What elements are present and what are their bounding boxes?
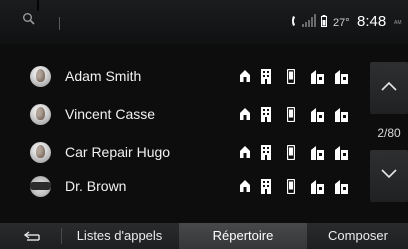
home-icon[interactable]: [239, 69, 251, 83]
work-icon[interactable]: [261, 179, 271, 194]
home-icon[interactable]: [239, 179, 251, 193]
contact-avatar: [30, 142, 51, 163]
search-icon: [23, 13, 35, 25]
office-alt-icon[interactable]: [334, 107, 349, 122]
office-alt-icon[interactable]: [334, 179, 349, 194]
search-button[interactable]: [22, 12, 52, 34]
tab-directory[interactable]: Répertoire: [179, 223, 307, 249]
scroll-down-button[interactable]: [370, 150, 408, 202]
contact-avatar: [30, 176, 51, 197]
contact-row[interactable]: Car Repair Hugo: [0, 138, 370, 168]
temperature: 27°: [333, 17, 350, 29]
contact-row[interactable]: Dr. Brown: [0, 172, 370, 202]
office-alt-icon[interactable]: [334, 69, 349, 84]
contact-row[interactable]: Adam Smith: [0, 62, 370, 92]
office-icon[interactable]: [310, 179, 325, 194]
signal-bars-icon: [302, 14, 316, 27]
clock: 8:48: [357, 13, 387, 30]
contact-name: Car Repair Hugo: [65, 144, 171, 160]
home-icon[interactable]: [239, 107, 251, 121]
mobile-icon[interactable]: [287, 145, 295, 160]
mobile-icon[interactable]: [287, 69, 295, 84]
pointer-line: [37, 0, 39, 11]
phone-screen: 27° 8:48 AM Adam Smith Vincent Casse Car…: [0, 0, 408, 249]
work-icon[interactable]: [261, 145, 271, 160]
contact-row[interactable]: Vincent Casse: [0, 100, 370, 130]
contact-name: Dr. Brown: [65, 178, 127, 194]
bottom-tab-bar: Listes d'appels Répertoire Composer: [0, 223, 408, 249]
contact-list: Adam Smith Vincent Casse Car Repair Hugo: [0, 62, 370, 202]
phone-icon: [292, 16, 295, 26]
contact-name: Vincent Casse: [65, 106, 156, 122]
office-icon[interactable]: [310, 69, 325, 84]
tab-divider: [61, 228, 62, 244]
contact-avatar: [30, 104, 51, 125]
tab-compose[interactable]: Composer: [308, 223, 408, 249]
work-icon[interactable]: [261, 107, 271, 122]
office-icon[interactable]: [310, 145, 325, 160]
contact-avatar: [30, 66, 51, 87]
mobile-icon[interactable]: [287, 107, 295, 122]
page-indicator: 2/80: [377, 126, 401, 140]
search-field-cursor: [59, 17, 60, 30]
work-icon[interactable]: [261, 69, 271, 84]
chevron-down-icon: [381, 169, 397, 179]
contact-name: Adam Smith: [65, 68, 142, 84]
tab-call-lists[interactable]: Listes d'appels: [63, 223, 176, 249]
battery-icon: [321, 15, 327, 27]
home-icon[interactable]: [239, 145, 251, 159]
office-alt-icon[interactable]: [334, 145, 349, 160]
chevron-up-icon: [381, 81, 397, 91]
office-icon[interactable]: [310, 107, 325, 122]
clock-ampm: AM: [394, 20, 402, 26]
top-bar: 27° 8:48 AM: [0, 0, 408, 44]
back-button[interactable]: [0, 223, 60, 249]
mobile-icon[interactable]: [287, 179, 295, 194]
status-area: 27° 8:48 AM: [278, 11, 408, 33]
scroll-up-button[interactable]: [370, 62, 408, 114]
back-arrow-icon: [23, 231, 40, 241]
